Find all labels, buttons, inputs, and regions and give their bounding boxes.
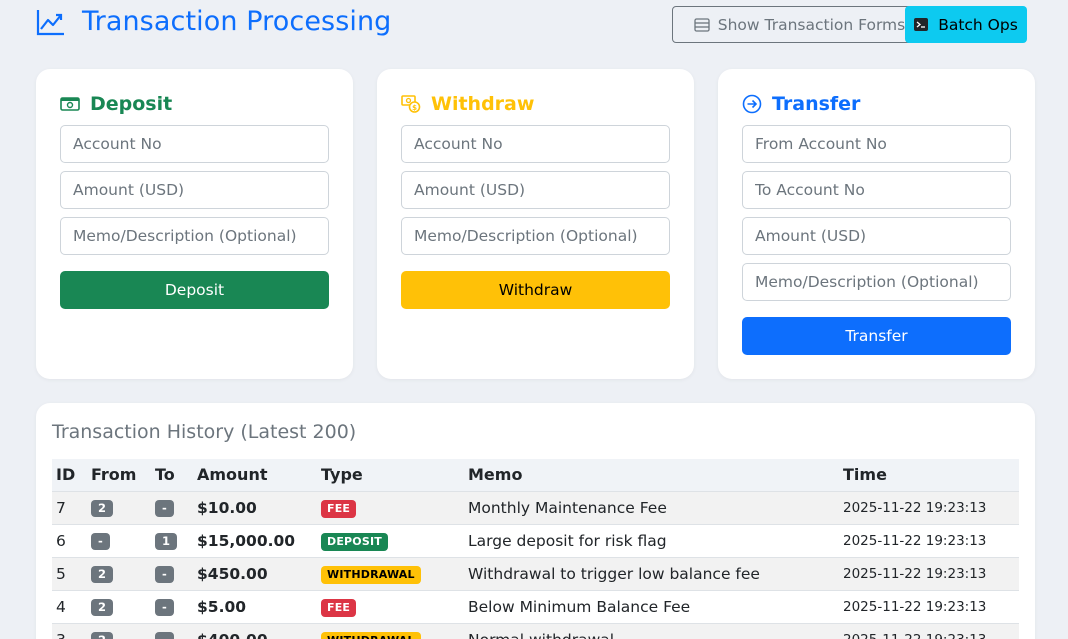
column-header-type: Type [317,459,464,492]
cell-amount: $400.00 [193,623,317,639]
cash-icon [60,97,80,111]
batch-ops-button[interactable]: Batch Ops [905,6,1027,43]
transfer-amount-input[interactable] [742,217,1011,255]
to-account-badge: - [155,566,174,583]
batch-ops-label: Batch Ops [938,15,1018,34]
type-badge: FEE [321,499,357,518]
cell-id: 4 [52,590,87,624]
cell-id: 7 [52,491,87,525]
deposit-button[interactable]: Deposit [60,271,329,309]
terminal-icon [914,18,929,31]
withdraw-button[interactable]: Withdraw [401,271,670,309]
column-header-memo: Memo [464,459,839,492]
cell-memo: Large deposit for risk flag [464,524,839,558]
show-transaction-forms-button[interactable]: Show Transaction Forms [672,6,927,43]
deposit-card-title: Deposit [60,93,172,115]
table-row: 3 2 - $400.00 WITHDRAWAL Normal withdraw… [52,623,1019,639]
transfer-to-input[interactable] [742,171,1011,209]
page-title: Transaction Processing [82,6,392,37]
table-row: 7 2 - $10.00 FEE Monthly Maintenance Fee… [52,491,1019,525]
svg-text:$: $ [412,104,417,112]
arrow-circle-right-icon [742,94,762,114]
list-icon [694,17,710,32]
transfer-from-input[interactable] [742,125,1011,163]
column-header-from: From [87,459,151,492]
column-header-id: ID [52,459,87,492]
cell-memo: Withdrawal to trigger low balance fee [464,557,839,591]
show-transaction-forms-label: Show Transaction Forms [717,15,906,34]
withdraw-amount-input[interactable] [401,171,670,209]
column-header-amount: Amount [193,459,317,492]
transfer-title-text: Transfer [772,93,861,115]
withdraw-card-title: $ Withdraw [401,93,534,115]
table-row: 6 - 1 $15,000.00 DEPOSIT Large deposit f… [52,524,1019,558]
transaction-history-card: Transaction History (Latest 200) ID From… [36,403,1035,639]
cell-amount: $5.00 [193,590,317,624]
cell-amount: $15,000.00 [193,524,317,558]
type-badge: DEPOSIT [321,532,388,551]
cell-time: 2025-11-22 19:23:13 [839,557,1019,591]
cell-memo: Normal withdrawal [464,623,839,639]
title-group: Transaction Processing [36,6,391,37]
type-badge: WITHDRAWAL [321,631,421,639]
type-badge: WITHDRAWAL [321,565,421,584]
cell-time: 2025-11-22 19:23:13 [839,623,1019,639]
cell-time: 2025-11-22 19:23:13 [839,590,1019,624]
cell-id: 6 [52,524,87,558]
table-row: 5 2 - $450.00 WITHDRAWAL Withdrawal to t… [52,557,1019,591]
cell-id: 3 [52,623,87,639]
transfer-card: Transfer Transfer [718,69,1035,379]
withdraw-account-input[interactable] [401,125,670,163]
to-account-badge: - [155,632,174,639]
from-account-badge: 2 [91,500,114,517]
transfer-button[interactable]: Transfer [742,317,1011,355]
coins-icon: $ [401,95,421,113]
cell-time: 2025-11-22 19:23:13 [839,491,1019,525]
column-header-to: To [151,459,193,492]
from-account-badge: 2 [91,566,114,583]
to-account-badge: - [155,599,174,616]
table-header-row: ID From To Amount Type Memo Time [52,459,1019,492]
deposit-memo-input[interactable] [60,217,329,255]
cell-amount: $10.00 [193,491,317,525]
page-header: Transaction Processing Show Transaction … [36,0,1028,46]
transaction-history-table: ID From To Amount Type Memo Time 7 2 - $… [52,459,1019,639]
withdraw-title-text: Withdraw [431,93,535,115]
withdraw-card: $ Withdraw Withdraw [377,69,694,379]
deposit-account-input[interactable] [60,125,329,163]
column-header-time: Time [839,459,1019,492]
from-account-badge: - [91,533,110,550]
cell-memo: Below Minimum Balance Fee [464,590,839,624]
from-account-badge: 2 [91,599,114,616]
deposit-amount-input[interactable] [60,171,329,209]
transfer-card-title: Transfer [742,93,860,115]
cell-memo: Monthly Maintenance Fee [464,491,839,525]
cell-amount: $450.00 [193,557,317,591]
transfer-memo-input[interactable] [742,263,1011,301]
from-account-badge: 2 [91,632,114,639]
deposit-title-text: Deposit [90,93,173,115]
type-badge: FEE [321,598,357,617]
table-row: 4 2 - $5.00 FEE Below Minimum Balance Fe… [52,590,1019,624]
to-account-badge: - [155,500,174,517]
cell-time: 2025-11-22 19:23:13 [839,524,1019,558]
cell-id: 5 [52,557,87,591]
history-title: Transaction History (Latest 200) [52,421,357,443]
to-account-badge: 1 [155,533,178,550]
deposit-card: Deposit Deposit [36,69,353,379]
withdraw-memo-input[interactable] [401,217,670,255]
chart-line-icon [36,9,64,35]
